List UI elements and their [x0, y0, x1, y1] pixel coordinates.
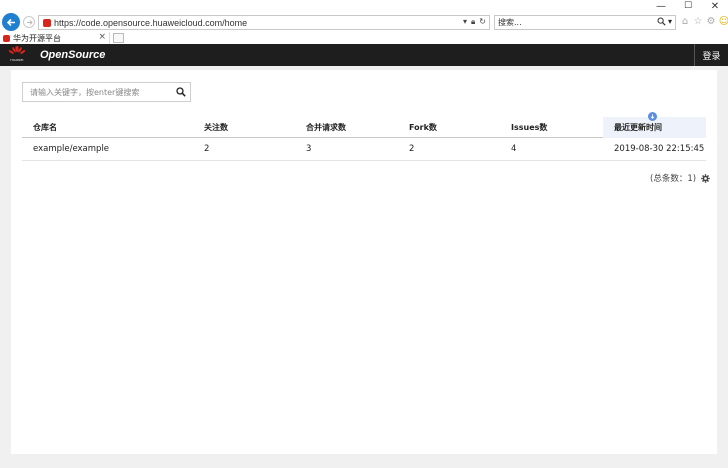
gear-icon[interactable]: ⚙: [706, 16, 716, 27]
tab-title: 华为开源平台: [13, 33, 61, 43]
browser-tab[interactable]: 华为开源平台 ×: [0, 32, 110, 44]
back-button[interactable]: [2, 13, 20, 31]
tab-favicon: [3, 34, 10, 42]
address-bar[interactable]: https://code.opensource.huaweicloud.com/…: [38, 15, 490, 30]
tab-close-icon[interactable]: ×: [98, 32, 106, 42]
search-icon[interactable]: [176, 87, 186, 97]
column-header-last-updated[interactable]: 最近更新时间: [614, 117, 662, 137]
address-tools: ▾ 🔒︎ ↻: [463, 17, 486, 27]
settings-gear-icon[interactable]: [701, 173, 710, 183]
browser-search-tools: ▾: [657, 17, 672, 26]
cell-watchers: 2: [204, 144, 210, 154]
cell-last-updated: 2019-08-30 22:15:45: [614, 144, 705, 154]
table-row[interactable]: example/example 2 3 2 4 2019-08-30 22:15…: [22, 138, 706, 161]
lock-icon[interactable]: 🔒︎: [471, 17, 475, 27]
logo-text: HUAWEI: [10, 58, 24, 62]
forward-button[interactable]: [23, 16, 35, 28]
total-count: (总条数：1): [650, 174, 697, 184]
smiley-icon[interactable]: ☺: [719, 16, 728, 27]
home-icon[interactable]: ⌂: [680, 16, 690, 27]
maximize-button[interactable]: ☐: [677, 0, 699, 12]
column-header-issues[interactable]: Issues数: [511, 117, 547, 137]
browser-search-placeholder: 搜索...: [498, 18, 522, 27]
cell-repo-name[interactable]: example/example: [33, 138, 109, 160]
browser-toolbar-icons: ⌂ ☆ ⚙ ☺: [680, 16, 728, 27]
huawei-logo-icon: [8, 46, 26, 54]
browser-tab-strip: 华为开源平台 ×: [0, 32, 728, 44]
cell-issues: 4: [511, 144, 517, 154]
close-window-button[interactable]: ✕: [704, 0, 726, 12]
repo-table: 仓库名 关注数 合并请求数 Fork数 Issues数 最近更新时间 examp…: [22, 112, 706, 161]
column-header-forks[interactable]: Fork数: [409, 117, 437, 137]
star-icon[interactable]: ☆: [693, 16, 703, 27]
column-header-merge-requests[interactable]: 合并请求数: [306, 117, 346, 137]
search-icon[interactable]: [657, 17, 666, 26]
window-caption: — ☐ ✕: [0, 0, 728, 12]
address-url: https://code.opensource.huaweicloud.com/…: [54, 17, 248, 28]
new-tab-button[interactable]: [113, 33, 124, 43]
repo-search-input[interactable]: [23, 83, 173, 101]
repo-search: [22, 82, 191, 102]
minimize-button[interactable]: —: [650, 0, 672, 12]
column-header-repo-name[interactable]: 仓库名: [33, 117, 57, 137]
dropdown-icon[interactable]: ▾: [463, 17, 467, 27]
forward-arrow-icon: [26, 19, 33, 25]
site-favicon: [43, 18, 51, 27]
search-dropdown-icon[interactable]: ▾: [668, 17, 672, 26]
browser-nav-bar: https://code.opensource.huaweicloud.com/…: [0, 12, 728, 32]
browser-search-field[interactable]: 搜索... ▾: [494, 15, 676, 30]
brand-title[interactable]: OpenSource: [40, 49, 105, 61]
table-footer: (总条数：1): [650, 172, 710, 184]
app-header: HUAWEI OpenSource 登录: [0, 44, 728, 66]
huawei-logo[interactable]: HUAWEI: [6, 46, 28, 64]
refresh-icon[interactable]: ↻: [479, 17, 486, 27]
cell-merge-requests: 3: [306, 144, 312, 154]
login-button[interactable]: 登录: [694, 44, 728, 66]
cell-forks: 2: [409, 144, 415, 154]
table-header: 仓库名 关注数 合并请求数 Fork数 Issues数 最近更新时间: [22, 112, 706, 138]
back-arrow-icon: [6, 18, 15, 26]
column-header-watchers[interactable]: 关注数: [204, 117, 228, 137]
